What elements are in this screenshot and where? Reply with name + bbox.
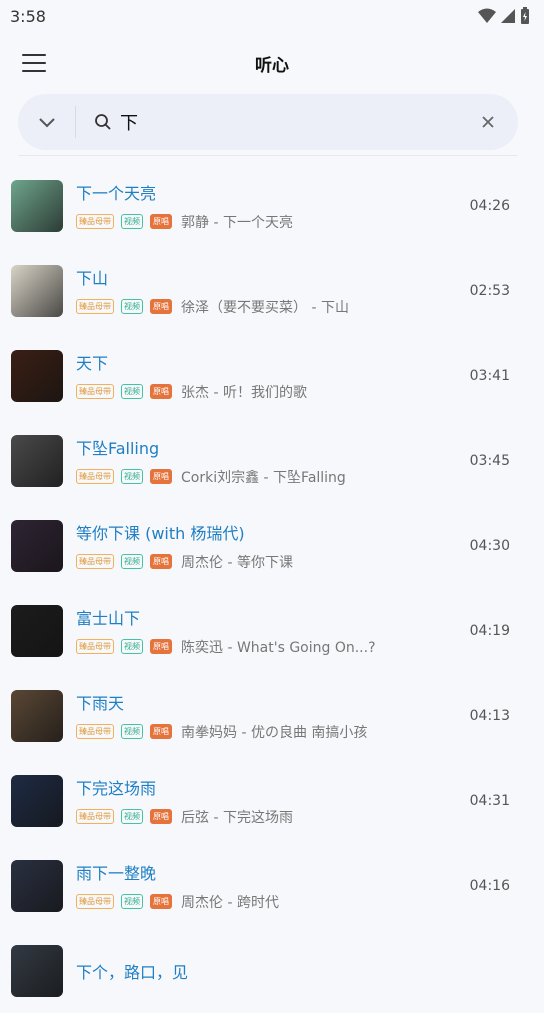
- original-badge: 原唱: [150, 639, 172, 654]
- original-badge: 原唱: [150, 214, 172, 229]
- quality-badge: 臻品母带: [76, 894, 114, 909]
- search-input[interactable]: [120, 111, 468, 133]
- quality-badge: 臻品母带: [76, 469, 114, 484]
- album-cover: [11, 179, 63, 232]
- song-row[interactable]: 下山 臻品母带 视频 原唱 徐泽（要不要买菜） - 下山 02:53: [0, 248, 544, 333]
- quality-badge: 臻品母带: [76, 299, 114, 314]
- video-badge: 视频: [121, 639, 143, 654]
- video-badge: 视频: [121, 214, 143, 229]
- song-subtitle: 周杰伦 - 等你下课: [181, 554, 293, 571]
- original-badge: 原唱: [150, 554, 172, 569]
- album-cover: [11, 774, 63, 827]
- quality-badge: 臻品母带: [76, 809, 114, 824]
- song-row[interactable]: 富士山下 臻品母带 视频 原唱 陈奕迅 - What's Going On...…: [0, 588, 544, 673]
- song-row[interactable]: 下坠Falling 臻品母带 视频 原唱 Corki刘宗鑫 - 下坠Fallin…: [0, 418, 544, 503]
- album-cover: [11, 264, 63, 317]
- video-badge: 视频: [121, 299, 143, 314]
- search-type-dropdown[interactable]: [18, 106, 76, 138]
- page-title: 听心: [255, 55, 289, 76]
- quality-badge: 臻品母带: [76, 384, 114, 399]
- song-duration: 04:26: [469, 197, 510, 214]
- video-badge: 视频: [121, 894, 143, 909]
- search-bar: [18, 94, 518, 150]
- status-time: 3:58: [10, 6, 46, 26]
- song-row[interactable]: 下个，路口，见: [0, 928, 544, 1013]
- song-subtitle: Corki刘宗鑫 - 下坠Falling: [181, 469, 346, 486]
- menu-icon[interactable]: [22, 54, 46, 72]
- song-row[interactable]: 下完这场雨 臻品母带 视频 原唱 后弦 - 下完这场雨 04:31: [0, 758, 544, 843]
- song-duration: 04:19: [469, 622, 510, 639]
- original-badge: 原唱: [150, 724, 172, 739]
- original-badge: 原唱: [150, 469, 172, 484]
- album-cover: [11, 519, 63, 572]
- divider: [18, 155, 518, 156]
- wifi-icon: [478, 8, 496, 23]
- album-cover: [11, 859, 63, 912]
- quality-badge: 臻品母带: [76, 724, 114, 739]
- video-badge: 视频: [121, 809, 143, 824]
- album-cover: [11, 944, 63, 997]
- song-subtitle: 徐泽（要不要买菜） - 下山: [181, 299, 349, 316]
- song-duration: 03:45: [469, 452, 510, 469]
- close-icon: [482, 116, 494, 128]
- song-row[interactable]: 雨下一整晚 臻品母带 视频 原唱 周杰伦 - 跨时代 04:16: [0, 843, 544, 928]
- original-badge: 原唱: [150, 299, 172, 314]
- video-badge: 视频: [121, 724, 143, 739]
- album-cover: [11, 434, 63, 487]
- original-badge: 原唱: [150, 894, 172, 909]
- album-cover: [11, 689, 63, 742]
- song-duration: 03:41: [469, 367, 510, 384]
- search-icon: [95, 114, 111, 130]
- album-cover: [11, 604, 63, 657]
- song-subtitle: 郭静 - 下一个天亮: [181, 214, 293, 231]
- video-badge: 视频: [121, 384, 143, 399]
- original-badge: 原唱: [150, 809, 172, 824]
- song-title: 下个，路口，见: [76, 962, 189, 982]
- song-duration: 04:30: [469, 537, 510, 554]
- clear-search-button[interactable]: [468, 102, 508, 142]
- original-badge: 原唱: [150, 384, 172, 399]
- song-row[interactable]: 天下 臻品母带 视频 原唱 张杰 - 听！我们的歌 03:41: [0, 333, 544, 418]
- quality-badge: 臻品母带: [76, 214, 114, 229]
- song-row[interactable]: 下雨天 臻品母带 视频 原唱 南拳妈妈 - 优の良曲 南搞小孩 04:13: [0, 673, 544, 758]
- song-duration: 04:16: [469, 877, 510, 894]
- video-badge: 视频: [121, 554, 143, 569]
- song-subtitle: 陈奕迅 - What's Going On...?: [181, 639, 376, 656]
- song-duration: 02:53: [469, 282, 510, 299]
- song-subtitle: 南拳妈妈 - 优の良曲 南搞小孩: [181, 724, 368, 741]
- status-bar: 3:58: [0, 0, 544, 32]
- song-row[interactable]: 下一个天亮 臻品母带 视频 原唱 郭静 - 下一个天亮 04:26: [0, 163, 544, 248]
- song-duration: 04:13: [469, 707, 510, 724]
- album-cover: [11, 349, 63, 402]
- song-subtitle: 周杰伦 - 跨时代: [181, 894, 279, 911]
- cell-signal-icon: [501, 9, 515, 23]
- video-badge: 视频: [121, 469, 143, 484]
- song-list: 下一个天亮 臻品母带 视频 原唱 郭静 - 下一个天亮 04:26 下山 臻品母…: [0, 163, 544, 1013]
- quality-badge: 臻品母带: [76, 554, 114, 569]
- quality-badge: 臻品母带: [76, 639, 114, 654]
- battery-icon: [521, 7, 529, 24]
- song-duration: 04:31: [469, 792, 510, 809]
- search-bar-container: [0, 94, 544, 164]
- app-bar: 听心: [0, 32, 544, 94]
- chevron-down-icon: [38, 118, 55, 128]
- song-subtitle: 后弦 - 下完这场雨: [181, 809, 293, 826]
- song-row[interactable]: 等你下课 (with 杨瑞代) 臻品母带 视频 原唱 周杰伦 - 等你下课 04…: [0, 503, 544, 588]
- song-subtitle: 张杰 - 听！我们的歌: [181, 384, 307, 401]
